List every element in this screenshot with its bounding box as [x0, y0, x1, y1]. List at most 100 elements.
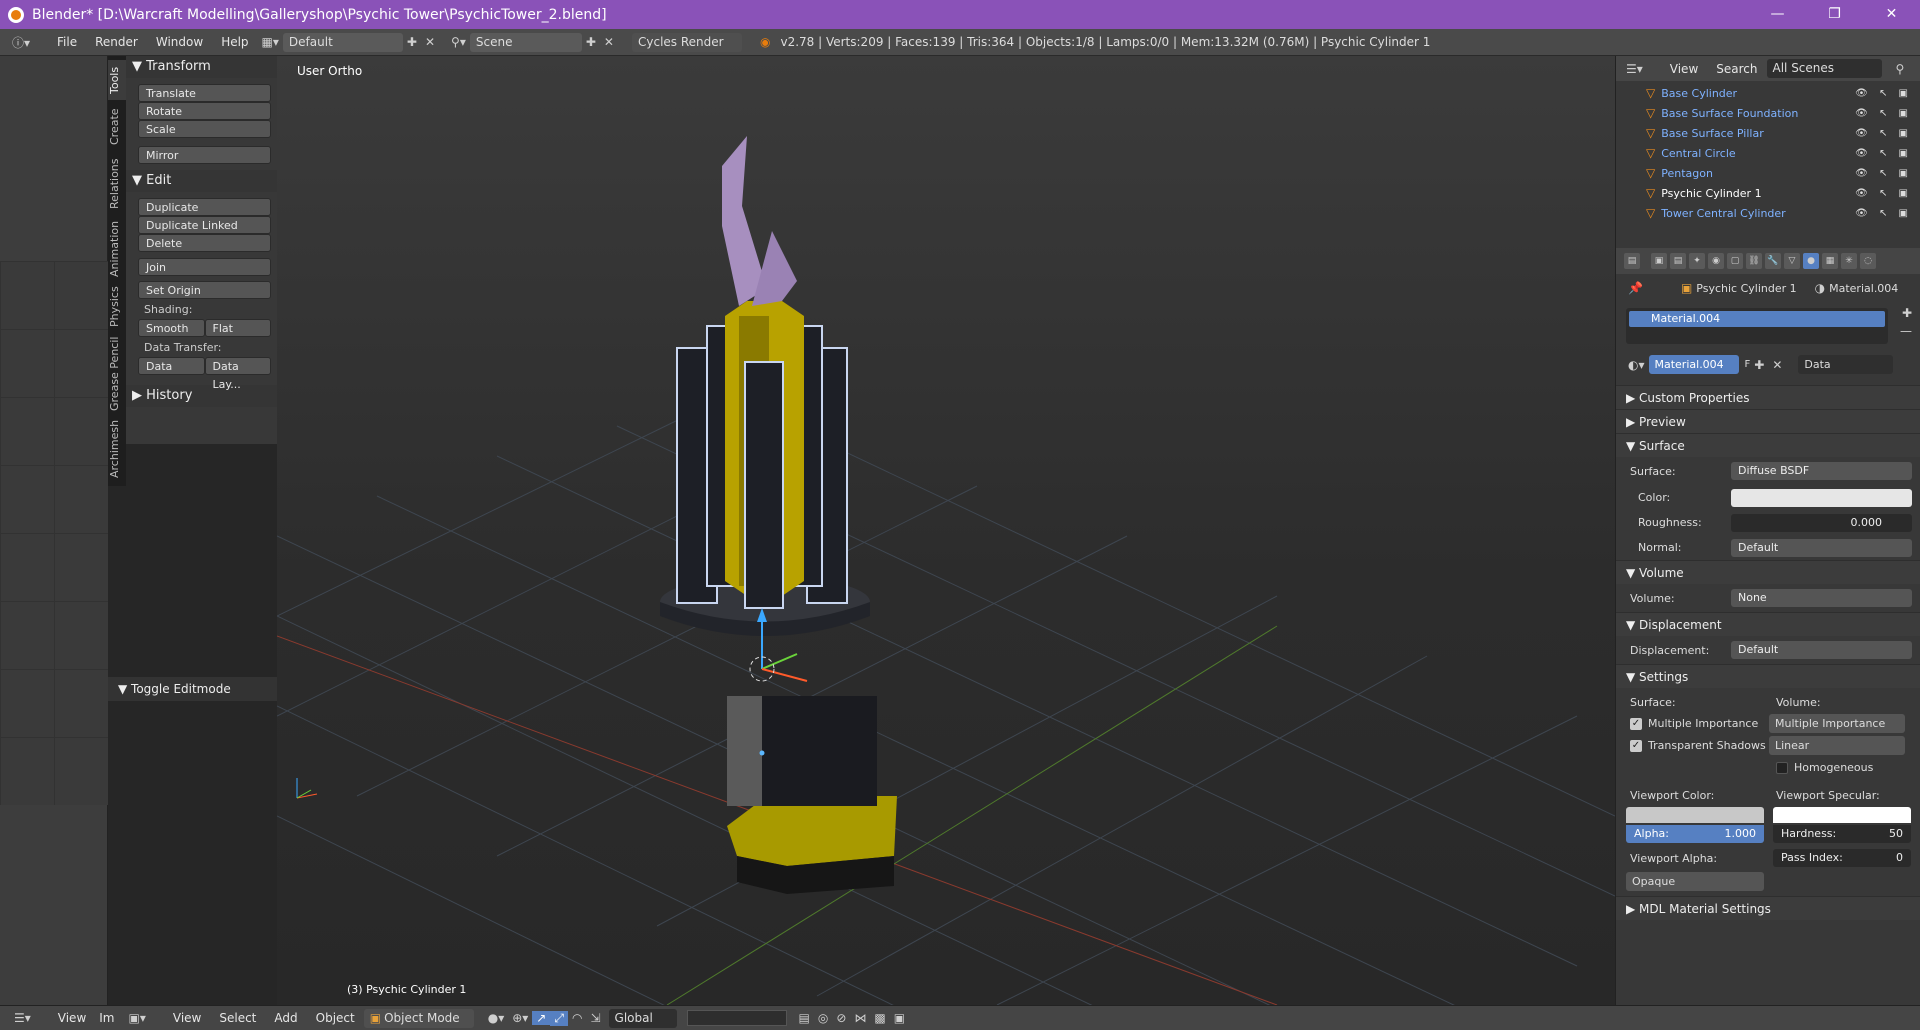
physics-tab-icon[interactable]: ◌	[1860, 253, 1876, 269]
remove-layout-icon[interactable]: ✕	[421, 35, 439, 49]
visibility-icons[interactable]: 👁 ↖ ▣	[1855, 128, 1912, 139]
render-tab-icon[interactable]: ▣	[1651, 253, 1667, 269]
screen-layout-field[interactable]: Default	[282, 32, 403, 52]
screen-layout-icon[interactable]: ▦▾	[258, 35, 283, 49]
roughness-slider[interactable]: 0.000	[1731, 513, 1912, 532]
3d-view-editor-icon[interactable]: ▣▾	[125, 1011, 150, 1025]
scene-field[interactable]: Scene	[469, 32, 582, 52]
link-mode-dropdown[interactable]: Data	[1798, 355, 1894, 374]
material-tab-icon[interactable]: ●	[1803, 253, 1819, 269]
displacement-dropdown[interactable]: Default	[1731, 641, 1912, 659]
history-panel-header[interactable]: ▶ History	[126, 385, 277, 407]
viewport-view-menu[interactable]: View	[164, 1011, 210, 1025]
layer-buttons[interactable]	[686, 1010, 787, 1026]
menu-file[interactable]: File	[48, 35, 86, 49]
visibility-icons[interactable]: 👁 ↖ ▣	[1855, 88, 1912, 99]
pin-icon[interactable]: 📌	[1624, 281, 1647, 295]
pillar-front[interactable]	[744, 361, 784, 609]
menu-render[interactable]: Render	[86, 35, 147, 49]
data-transfer-button[interactable]: Data	[138, 357, 205, 375]
remove-slot-icon[interactable]: —	[1896, 324, 1916, 338]
unlink-material-icon[interactable]: ✕	[1768, 358, 1786, 372]
gizmo-x-axis[interactable]	[761, 668, 808, 682]
timeline-view-menu[interactable]: View	[49, 1011, 95, 1025]
rotate-manipulator-icon[interactable]: ◠	[568, 1011, 586, 1025]
outliner-row[interactable]: ▽ Base Surface Pillar 👁 ↖ ▣	[1616, 123, 1920, 143]
3d-viewport[interactable]: User Ortho (3) Psychic Cylinder 1	[277, 56, 1615, 1005]
info-editor-icon[interactable]: ⓘ▾	[8, 34, 34, 51]
tab-relations[interactable]: Relations	[108, 154, 126, 214]
timeline-image-menu[interactable]: Im	[95, 1011, 118, 1025]
left-editor-strip[interactable]	[0, 56, 108, 1005]
duplicate-linked-button[interactable]: Duplicate Linked	[138, 216, 271, 234]
outliner-filter-dropdown[interactable]: All Scenes	[1766, 59, 1882, 78]
homogeneous-checkbox[interactable]: Homogeneous	[1776, 761, 1873, 774]
properties-editor-icon[interactable]: ▤	[1624, 253, 1640, 269]
outliner-row[interactable]: ▽ Central Circle 👁 ↖ ▣	[1616, 143, 1920, 163]
preview-header[interactable]: ▶ Preview	[1616, 409, 1920, 433]
opengl-render-icon[interactable]: ▣	[890, 1011, 909, 1025]
outliner-row[interactable]: ▽ Base Cylinder 👁 ↖ ▣	[1616, 83, 1920, 103]
viewport-add-menu[interactable]: Add	[265, 1011, 306, 1025]
modifiers-tab-icon[interactable]: 🔧	[1765, 253, 1781, 269]
duplicate-button[interactable]: Duplicate	[138, 198, 271, 216]
outliner-search-menu[interactable]: Search	[1707, 62, 1766, 76]
displacement-header[interactable]: ▼ Displacement	[1616, 612, 1920, 636]
tab-physics[interactable]: Physics	[108, 284, 126, 330]
translate-button[interactable]: Translate	[138, 84, 271, 102]
new-material-icon[interactable]: ✚	[1750, 358, 1768, 372]
alpha-slider[interactable]: Alpha: 1.000	[1626, 825, 1764, 843]
outliner-row[interactable]: ▽ Pentagon 👁 ↖ ▣	[1616, 163, 1920, 183]
proportional-edit-icon[interactable]: ◎	[814, 1011, 832, 1025]
material-browse-icon[interactable]: ◐▾	[1624, 358, 1649, 372]
viewport-color-swatch[interactable]	[1626, 807, 1764, 823]
material-name-field[interactable]: Material.004	[1648, 355, 1739, 374]
world-tab-icon[interactable]: ◉	[1708, 253, 1724, 269]
data-tab-icon[interactable]: ▽	[1784, 253, 1800, 269]
scale-manipulator-icon[interactable]: ⇲	[586, 1011, 604, 1025]
maximize-button[interactable]: ❐	[1806, 0, 1863, 29]
outliner-row[interactable]: ▽ Base Surface Foundation 👁 ↖ ▣	[1616, 103, 1920, 123]
toggle-editmode-panel[interactable]: ▼ Toggle Editmode	[108, 677, 277, 701]
translate-manipulator-icon[interactable]: ⤢	[550, 1010, 568, 1026]
volume-sampling-dropdown[interactable]: Multiple Importance	[1769, 713, 1905, 733]
rotate-button[interactable]: Rotate	[138, 102, 271, 120]
add-layout-icon[interactable]: ✚	[403, 35, 421, 49]
visibility-icons[interactable]: 👁 ↖ ▣	[1855, 108, 1912, 119]
material-slot-list[interactable]: Material.004	[1626, 308, 1888, 344]
add-scene-icon[interactable]: ✚	[582, 35, 600, 49]
menu-help[interactable]: Help	[212, 35, 257, 49]
object-tab-icon[interactable]: ▢	[1727, 253, 1743, 269]
viewport-shading-icon[interactable]: ●▾	[484, 1011, 509, 1025]
color-swatch[interactable]	[1731, 488, 1912, 507]
viewport-alpha-dropdown[interactable]: Opaque	[1626, 871, 1764, 891]
constraints-tab-icon[interactable]: ⛓	[1746, 253, 1762, 269]
join-button[interactable]: Join	[138, 258, 271, 276]
particles-tab-icon[interactable]: ✳	[1841, 253, 1857, 269]
gizmo-y-axis[interactable]	[761, 653, 798, 670]
viewport-specular-swatch[interactable]	[1773, 807, 1911, 823]
delete-button[interactable]: Delete	[138, 234, 271, 252]
texture-tab-icon[interactable]: ▦	[1822, 253, 1838, 269]
add-slot-icon[interactable]: ✚	[1898, 306, 1916, 320]
multiple-importance-checkbox[interactable]: ✓ Multiple Importance	[1630, 717, 1758, 730]
set-origin-dropdown[interactable]: Set Origin	[138, 281, 271, 299]
outliner-row-selected[interactable]: ▽ Psychic Cylinder 1 👁 ↖ ▣	[1616, 183, 1920, 203]
scale-button[interactable]: Scale	[138, 120, 271, 138]
pivot-point-icon[interactable]: ⊕▾	[508, 1011, 532, 1025]
mode-dropdown[interactable]: ▣ Object Mode	[363, 1008, 474, 1028]
scene-icon[interactable]: ⚲▾	[447, 35, 470, 49]
volume-header[interactable]: ▼ Volume	[1616, 560, 1920, 584]
outliner-editor-icon[interactable]: ☰▾	[1622, 62, 1647, 76]
outliner-row[interactable]: ▽ Tower Central Cylinder 👁 ↖ ▣	[1616, 203, 1920, 223]
snap-target-icon[interactable]: ⋈	[850, 1011, 870, 1025]
tab-create[interactable]: Create	[108, 104, 126, 150]
outliner-view-menu[interactable]: View	[1661, 62, 1707, 76]
pass-index-field[interactable]: Pass Index: 0	[1773, 849, 1911, 867]
render-layers-tab-icon[interactable]: ▤	[1670, 253, 1686, 269]
visibility-icons[interactable]: 👁 ↖ ▣	[1855, 148, 1912, 159]
minimize-button[interactable]: —	[1749, 0, 1806, 29]
visibility-icons[interactable]: 👁 ↖ ▣	[1855, 188, 1912, 199]
volume-dropdown[interactable]: None	[1731, 589, 1912, 607]
tower-base-block[interactable]	[727, 796, 897, 866]
